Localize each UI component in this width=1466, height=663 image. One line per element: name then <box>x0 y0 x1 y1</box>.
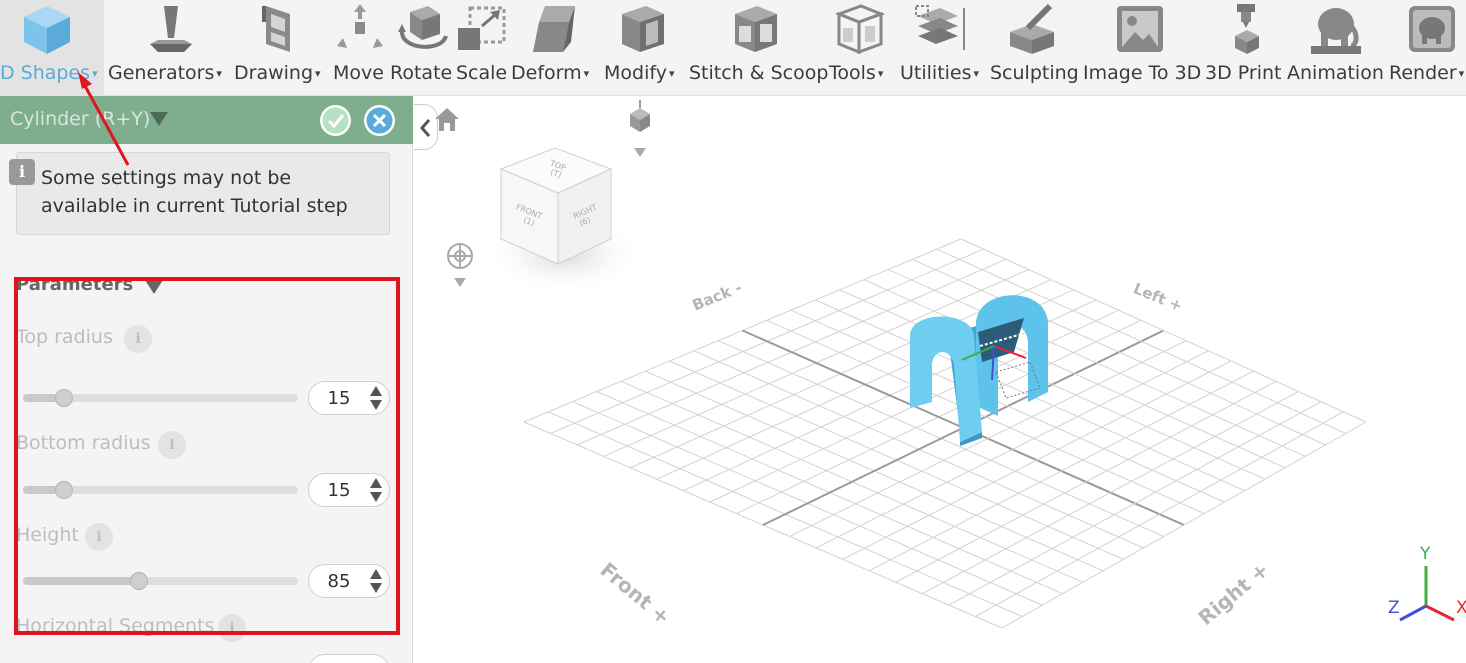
sculpt-icon <box>1010 3 1054 54</box>
toolbar-image-to-3d[interactable]: Image To 3D <box>1083 0 1201 96</box>
scale-icon <box>458 6 506 50</box>
toolbar-label: Modify ▾ <box>604 62 675 84</box>
toolbar-utilities[interactable]: Utilities ▾ <box>900 0 986 96</box>
3d-viewport[interactable]: TOP (T) FRONT (1) RIGHT (6) Back - Left … <box>414 96 1466 663</box>
floor-grid <box>523 238 1367 629</box>
toolbar-label: Stitch & Scoop <box>689 62 829 84</box>
toolbar-label: Utilities ▾ <box>900 62 980 84</box>
toolbar-label: Scale <box>456 62 508 84</box>
image-icon <box>1117 6 1163 52</box>
toolbar-label: Tools ▾ <box>829 62 884 84</box>
home-icon[interactable] <box>435 108 459 131</box>
layers-icon <box>915 5 965 50</box>
toolbar-tools[interactable]: Tools ▾ <box>829 0 895 96</box>
annotation-highlight-box <box>14 277 400 635</box>
chevron-down-icon: ▾ <box>1458 67 1465 80</box>
animation-elephant-icon <box>1311 8 1361 54</box>
toolbar-render[interactable]: Render ▾ <box>1389 0 1466 96</box>
printer-icon <box>1235 4 1259 54</box>
scene-canvas: TOP (T) FRONT (1) RIGHT (6) Back - Left … <box>435 100 1466 630</box>
grid-label-right: Right + <box>1194 557 1274 629</box>
view-mode-icon[interactable] <box>630 100 650 157</box>
grid-line <box>839 289 1266 480</box>
toolbar-sculpting[interactable]: Sculpting <box>990 0 1079 96</box>
toolbar-animation[interactable]: Animation <box>1287 0 1385 96</box>
tools-icon <box>834 4 886 55</box>
deform-icon <box>533 6 575 52</box>
toolbar-label: 3D Print <box>1205 62 1282 84</box>
annotation-arrow <box>78 72 130 166</box>
chevron-down-icon: ▾ <box>877 67 884 80</box>
toolbar-stitch-scoop[interactable]: Stitch & Scoop <box>689 0 829 96</box>
grid-label-back: Back - <box>690 278 745 314</box>
axis-z-label: Z <box>1388 598 1400 618</box>
grid-line <box>960 238 1367 423</box>
orbit-navigation-icon[interactable] <box>447 243 473 287</box>
view-cube[interactable]: TOP (T) FRONT (1) RIGHT (6) <box>484 147 644 294</box>
horizontal-segments-input[interactable] <box>308 654 390 663</box>
toolbar-label: Render ▾ <box>1389 62 1465 84</box>
modify-icon <box>622 6 664 52</box>
axis-y-label: Y <box>1419 544 1431 564</box>
chevron-down-icon: ▾ <box>668 67 675 80</box>
grid-line <box>895 380 1277 583</box>
toolbar-label: Deform ▾ <box>511 62 590 84</box>
toolbar-label: Sculpting <box>990 62 1079 84</box>
chevron-down-icon: ▾ <box>973 67 980 80</box>
axis-x-label: X <box>1456 598 1466 618</box>
toolbar-modify[interactable]: Modify ▾ <box>604 0 686 96</box>
stitch-scoop-icon <box>735 6 777 52</box>
3d-model-object[interactable] <box>910 295 1049 446</box>
chevron-down-icon: ▾ <box>583 67 590 80</box>
grid-label-front: Front + <box>596 558 675 630</box>
app-window: D Shapes ▾ Generators ▾ Drawing ▾ Move R… <box>0 0 1466 663</box>
axis-gizmo: Y X Z <box>1388 544 1466 622</box>
toolbar-label: Image To 3D <box>1083 62 1202 84</box>
render-icon <box>1409 6 1455 52</box>
grid-line <box>887 269 1306 457</box>
toolbar-label: Animation <box>1287 62 1384 84</box>
grid-label-left: Left + <box>1131 279 1185 315</box>
toolbar-deform[interactable]: Deform ▾ <box>511 0 601 96</box>
toolbar-scale[interactable]: Scale <box>456 0 508 96</box>
toolbar-3d-print[interactable]: 3D Print <box>1205 0 1285 96</box>
